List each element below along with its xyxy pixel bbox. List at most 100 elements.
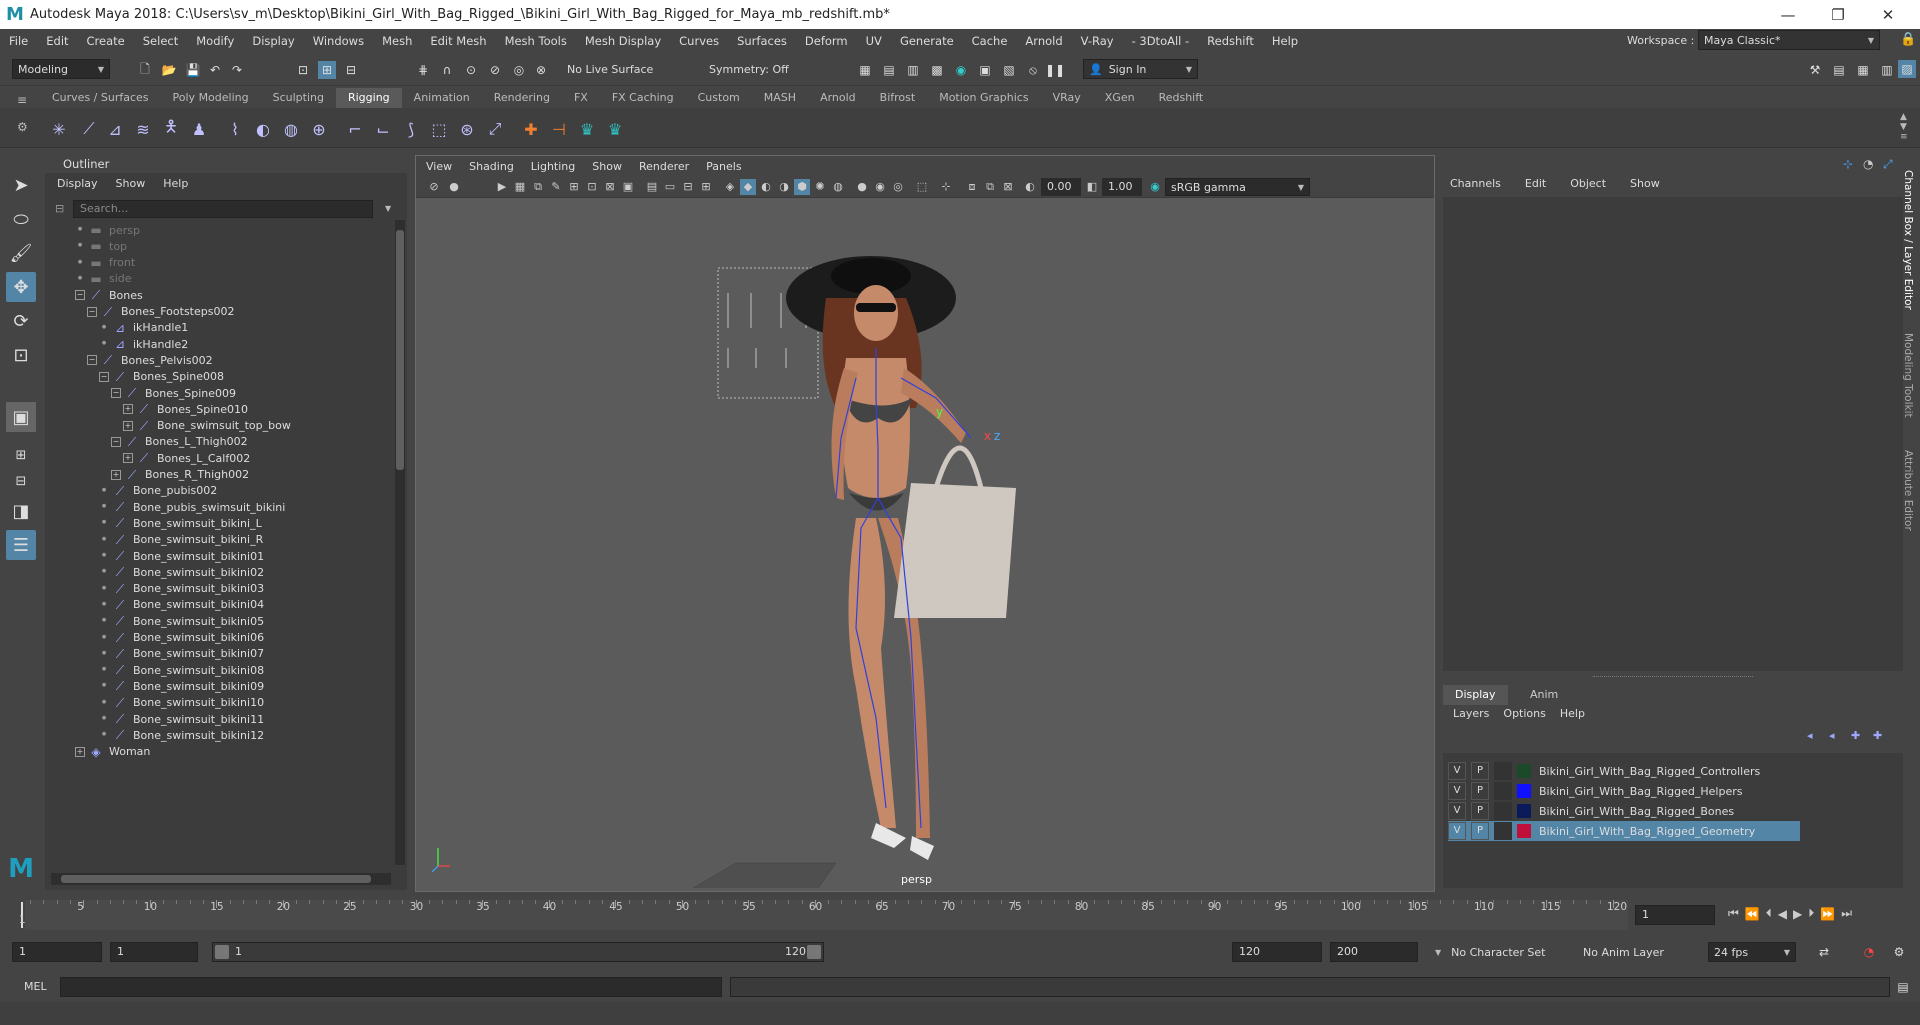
viewport-menu-lighting[interactable]: Lighting <box>531 160 575 173</box>
pause-icon[interactable]: ❚❚ <box>1045 61 1065 79</box>
step-back-frame-icon[interactable]: ⏴ <box>1766 906 1772 921</box>
expand-toggle-icon[interactable]: − <box>111 436 121 447</box>
step-forward-key-icon[interactable]: ⏩ <box>1820 907 1835 921</box>
end-time-field[interactable]: 200 <box>1330 942 1418 962</box>
layer-row[interactable]: V P Bikini_Girl_With_Bag_Rigged_Geometry <box>1448 821 1800 841</box>
layer-menu-layers[interactable]: Layers <box>1453 707 1489 720</box>
shelf-tab-bifrost[interactable]: Bifrost <box>868 88 928 108</box>
sign-in-button[interactable]: 👤 Sign In ▼ <box>1083 59 1198 79</box>
viewport-menu-panels[interactable]: Panels <box>706 160 741 173</box>
go-to-end-icon[interactable]: ⏭ <box>1841 906 1852 921</box>
parent-constraint-icon[interactable]: ⌙ <box>370 116 396 142</box>
select-component-icon[interactable]: ⊟ <box>342 61 360 79</box>
symmetry-dropdown[interactable]: Symmetry: Off <box>704 59 804 79</box>
step-forward-frame-icon[interactable]: ⏵ <box>1808 906 1814 921</box>
shelf-scroll-icon[interactable]: ▲ ▼ ≡ <box>1900 112 1908 142</box>
layer-color-swatch[interactable] <box>1517 784 1531 798</box>
expand-toggle-icon[interactable]: + <box>123 420 133 431</box>
animation-prefs-icon[interactable]: ⚙ <box>1890 943 1908 961</box>
menu-generate[interactable]: Generate <box>891 34 963 48</box>
new-scene-icon[interactable]: 🗋 <box>136 61 154 79</box>
menu-curves[interactable]: Curves <box>670 34 728 48</box>
bind-skin-icon[interactable]: ◐ <box>250 116 276 142</box>
shelf-tab-fx-caching[interactable]: FX Caching <box>600 88 686 108</box>
expand-toggle-icon[interactable]: − <box>87 306 97 317</box>
viewport-menu-renderer[interactable]: Renderer <box>639 160 689 173</box>
range-end-handle[interactable] <box>807 945 821 959</box>
safe-action-icon[interactable]: ▭ <box>662 179 678 195</box>
expand-toggle-icon[interactable]: − <box>87 355 97 366</box>
shadows-icon[interactable]: ✺ <box>812 179 828 195</box>
menu-deform[interactable]: Deform <box>796 34 857 48</box>
expand-toggle-icon[interactable]: + <box>111 469 121 480</box>
menu-cache[interactable]: Cache <box>963 34 1017 48</box>
shelf-tab-mash[interactable]: MASH <box>752 88 808 108</box>
layer-playback-toggle[interactable]: P <box>1471 762 1489 780</box>
create-layer-icon[interactable]: ✚ <box>1851 729 1860 742</box>
menu-edit-mesh[interactable]: Edit Mesh <box>421 34 495 48</box>
scene-3d[interactable]: x z y <box>416 198 1434 888</box>
field-chart-icon[interactable]: ▤ <box>644 179 660 195</box>
menu-mesh[interactable]: Mesh <box>373 34 421 48</box>
move-tool-icon[interactable]: ✥ <box>6 272 36 302</box>
depth-of-field-icon[interactable]: ◎ <box>890 179 906 195</box>
layer-visibility-toggle[interactable]: V <box>1448 802 1466 820</box>
outliner-menu-show[interactable]: Show <box>116 177 146 190</box>
camera-attributes-icon[interactable]: ● <box>446 179 462 195</box>
persp-outliner-layout-icon[interactable]: ◨ <box>6 496 36 526</box>
shelf-tab-animation[interactable]: Animation <box>402 88 482 108</box>
menu-mesh-tools[interactable]: Mesh Tools <box>496 34 576 48</box>
tab-display[interactable]: Display <box>1443 685 1508 705</box>
panel-splitter[interactable] <box>1593 676 1753 679</box>
loop-icon[interactable]: ⇄ <box>1815 943 1833 961</box>
lasso-tool-icon[interactable]: ⬭ <box>6 204 36 234</box>
gate-mask-icon[interactable]: ▣ <box>620 179 636 195</box>
axis-icon[interactable]: ⊹ <box>1843 157 1853 171</box>
layer-color-swatch[interactable] <box>1517 764 1531 778</box>
tool-settings-icon[interactable]: ▦ <box>1854 61 1872 79</box>
close-icon[interactable]: ✕ <box>1863 0 1913 29</box>
menu-edit[interactable]: Edit <box>37 34 77 48</box>
tab-attribute-editor[interactable]: Attribute Editor <box>1902 450 1914 531</box>
frame-selection-icon[interactable]: ⧉ <box>982 179 998 195</box>
layer-menu-options[interactable]: Options <box>1503 707 1545 720</box>
snap-curve-icon[interactable]: ∩ <box>438 61 456 79</box>
aim-constraint-icon[interactable]: ⤢ <box>482 116 508 142</box>
smooth-shade-icon[interactable]: ◈ <box>722 179 738 195</box>
layer-row[interactable]: V P Bikini_Girl_With_Bag_Rigged_Bones <box>1448 801 1800 821</box>
restore-icon[interactable]: ❐ <box>1813 0 1863 29</box>
shelf-tab-poly-modeling[interactable]: Poly Modeling <box>161 88 261 108</box>
insert-joint-icon[interactable]: ⟋ <box>76 116 102 142</box>
time-ticks[interactable]: 1 5 10 15 20 25 30 35 40 45 50 55 60 65 70 75 80 85 90 95 1… <box>19 900 1628 930</box>
color-space-dropdown[interactable]: sRGB gamma ▼ <box>1165 178 1310 196</box>
layer-menu-help[interactable]: Help <box>1560 707 1585 720</box>
outliner-menu-display[interactable]: Display <box>57 177 98 190</box>
character-set-dropdown[interactable]: ▼ No Character Set <box>1430 942 1570 962</box>
cluster-icon[interactable]: ⌐ <box>342 116 368 142</box>
mirror-joint-icon[interactable]: ⊿ <box>102 116 128 142</box>
play-backward-icon[interactable]: ◀ <box>1778 907 1787 921</box>
channel-menu-show[interactable]: Show <box>1630 177 1660 190</box>
outliner-search-input[interactable]: Search... <box>73 200 373 218</box>
viewport-panel[interactable]: View Shading Lighting Show Renderer Panels ⊘ … <box>415 155 1435 892</box>
layer-visibility-toggle[interactable]: V <box>1448 762 1466 780</box>
redshift-ipr-stop-icon[interactable]: ⦸ <box>1024 61 1042 79</box>
snap-view-icon[interactable]: ⊘ <box>486 61 504 79</box>
point-constraint-icon[interactable]: ⟆ <box>398 116 424 142</box>
motion-blur-icon[interactable]: ● <box>854 179 870 195</box>
save-scene-icon[interactable]: 💾 <box>184 61 202 79</box>
viewport-menu-show[interactable]: Show <box>592 160 622 173</box>
anti-aliasing-icon[interactable]: ◉ <box>872 179 888 195</box>
expand-toggle-icon[interactable]: − <box>75 290 85 301</box>
shelf-tab-rendering[interactable]: Rendering <box>482 88 562 108</box>
expand-toggle-icon[interactable]: + <box>123 404 133 415</box>
layer-display-type-toggle[interactable] <box>1494 802 1512 820</box>
ik-handle-icon[interactable]: ⌇ <box>222 116 248 142</box>
lights-icon[interactable]: ◑ <box>776 179 792 195</box>
layer-visibility-toggle[interactable]: V <box>1448 822 1466 840</box>
shelf-tab-motion-graphics[interactable]: Motion Graphics <box>927 88 1040 108</box>
gamma-icon[interactable]: ◧ <box>1084 179 1100 195</box>
move-layer-down-icon[interactable]: ◂ <box>1829 729 1835 742</box>
menu-redshift[interactable]: Redshift <box>1198 34 1263 48</box>
tab-anim[interactable]: Anim <box>1518 685 1570 705</box>
